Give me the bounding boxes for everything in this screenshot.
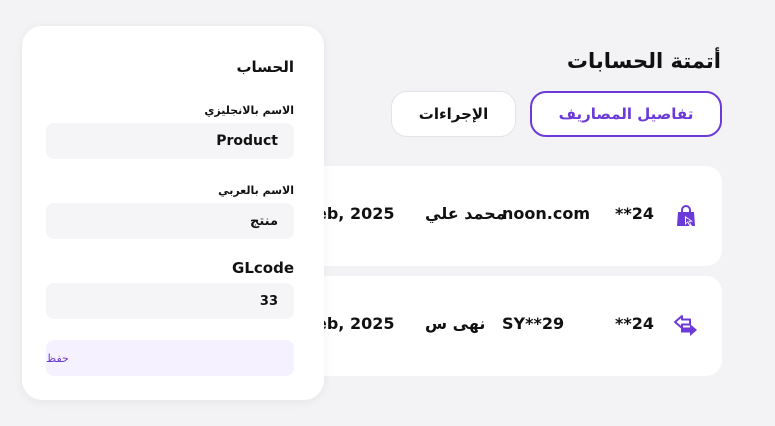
transaction-name: محمد علي — [425, 204, 506, 223]
arabic-name-label: الاسم بالعربي — [218, 184, 294, 197]
english-name-field[interactable] — [46, 123, 294, 159]
transaction-date: eb, 2025 — [316, 314, 395, 333]
glcode-field[interactable] — [46, 283, 294, 319]
english-name-label: الاسم بالانجليزي — [204, 104, 294, 117]
tab-actions[interactable]: الإجراءات — [391, 91, 516, 137]
shopping-bag-icon — [677, 205, 695, 227]
transaction-row[interactable]: eb, 2025 محمد علي noon.com **24 — [270, 166, 722, 266]
transaction-amount: **24 — [615, 314, 654, 333]
arabic-name-field[interactable] — [46, 203, 294, 239]
transaction-amount: **24 — [615, 204, 654, 223]
transaction-name: نهى س — [425, 314, 486, 333]
transaction-date: eb, 2025 — [316, 204, 395, 223]
panel-title: الحساب — [236, 58, 294, 76]
tab-expense-details[interactable]: تفاصيل المصاريف — [530, 91, 722, 137]
page-title: أتمتة الحسابات — [566, 49, 721, 73]
save-button[interactable]: حفظ — [46, 340, 294, 376]
account-panel: الحساب الاسم بالانجليزي الاسم بالعربي GL… — [22, 26, 324, 400]
glcode-label: GLcode — [232, 259, 294, 277]
transaction-merchant: noon.com — [502, 204, 590, 223]
transfer-arrows-icon — [674, 315, 697, 336]
transaction-row[interactable]: eb, 2025 نهى س SY**29 **24 — [270, 276, 722, 376]
transaction-merchant: SY**29 — [502, 314, 565, 333]
